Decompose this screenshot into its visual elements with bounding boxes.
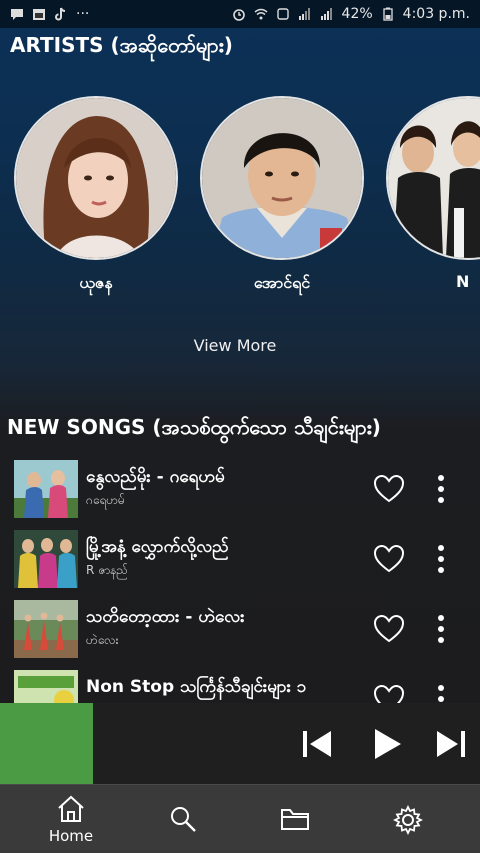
song-artist: R ဇာနည် xyxy=(86,563,129,577)
home-icon xyxy=(58,795,84,822)
nav-search[interactable] xyxy=(148,805,218,837)
player-album-art[interactable] xyxy=(0,703,93,784)
battery-icon xyxy=(383,7,393,21)
play-icon[interactable] xyxy=(370,727,404,761)
artist-card[interactable]: N xyxy=(384,96,480,291)
artist-photo-icon xyxy=(16,98,176,258)
song-thumbnail xyxy=(14,460,78,518)
song-artist: ဂရေဟမ် xyxy=(86,493,125,507)
song-title: မြို့အနံ့ လွှောက်လို့လည် xyxy=(86,537,229,557)
favorite-heart-icon[interactable] xyxy=(374,475,404,503)
song-row[interactable]: မြို့အနံ့ လွှောက်လို့လည် R ဇာနည် xyxy=(0,528,480,590)
artist-avatar[interactable] xyxy=(14,96,178,260)
gear-icon xyxy=(392,804,424,836)
next-track-icon[interactable] xyxy=(434,727,468,761)
nav-folder[interactable] xyxy=(260,805,330,837)
song-row[interactable]: သတိတော့ထား - ဟဲလေး ဟဲလေး xyxy=(0,598,480,660)
previous-track-icon[interactable] xyxy=(300,727,334,761)
folder-icon xyxy=(281,809,309,830)
artist-card[interactable]: ယုဇန xyxy=(12,96,180,296)
song-thumbnail xyxy=(14,600,78,658)
favorite-heart-icon[interactable] xyxy=(374,545,404,573)
song-title: Non Stop သင်္ကြန်သီချင်းများ ၁ xyxy=(86,677,307,697)
signal-icon-2 xyxy=(320,8,332,20)
search-icon xyxy=(171,807,196,832)
artist-name: N xyxy=(456,272,470,291)
artist-photo-icon xyxy=(202,98,362,258)
status-bar: ··· 42% 4:03 p.m. xyxy=(0,0,480,28)
album-art-icon xyxy=(14,530,78,588)
alarm-icon xyxy=(232,9,245,21)
artist-photo-icon xyxy=(388,98,480,258)
more-options-icon[interactable] xyxy=(436,544,446,574)
album-art-icon xyxy=(14,600,78,658)
artist-name: အောင်ရင် xyxy=(253,273,311,292)
clock: 4:03 p.m. xyxy=(402,6,470,22)
battery-percent: 42% xyxy=(341,6,373,22)
song-row[interactable]: နွေလည်မိုး - ဂရေဟမ် ဂရေဟမ် xyxy=(0,458,480,520)
more-options-icon[interactable] xyxy=(436,474,446,504)
artists-carousel[interactable]: ယုဇန အောင်ရင် N xyxy=(0,96,480,296)
album-art-icon xyxy=(14,460,78,518)
nfc-icon xyxy=(276,8,289,20)
song-thumbnail xyxy=(14,530,78,588)
mini-player[interactable] xyxy=(0,703,480,784)
nav-settings[interactable] xyxy=(373,804,443,839)
signal-icon xyxy=(298,8,310,20)
more-options-icon[interactable] xyxy=(436,614,446,644)
nav-home-label: Home xyxy=(48,827,94,845)
message-icon xyxy=(11,9,23,20)
artist-avatar[interactable] xyxy=(386,96,480,260)
notification-dots: ··· xyxy=(76,6,90,22)
view-more-link[interactable]: View More xyxy=(0,336,470,355)
bottom-navigation: Home xyxy=(0,784,480,853)
favorite-heart-icon[interactable] xyxy=(374,615,404,643)
nav-home[interactable]: Home xyxy=(36,795,106,845)
artists-section-title: ARTISTS (အဆိုတော်များ) xyxy=(10,33,233,57)
artist-avatar[interactable] xyxy=(200,96,364,260)
artist-card[interactable]: အောင်ရင် xyxy=(198,96,366,296)
tiktok-icon xyxy=(55,7,66,21)
song-artist: ဟဲလေး xyxy=(86,633,119,647)
new-songs-section-title: NEW SONGS (အသစ်ထွက်သော သီချင်းများ) xyxy=(7,415,381,439)
song-title: သတိတော့ထား - ဟဲလေး xyxy=(86,607,245,627)
wifi-icon xyxy=(254,8,268,20)
song-title: နွေလည်မိုး - ဂရေဟမ် xyxy=(86,467,225,487)
calendar-icon xyxy=(33,9,45,20)
artist-name: ယုဇန xyxy=(79,273,113,292)
